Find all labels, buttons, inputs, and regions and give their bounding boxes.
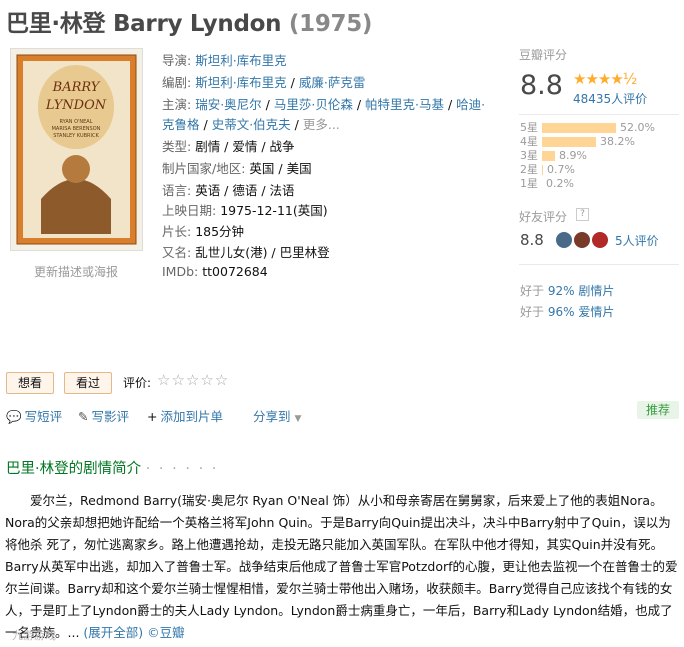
poster-credit1: RYAN O'NEAL xyxy=(60,119,93,125)
friend-avatar[interactable] xyxy=(556,232,572,248)
info-aka: 又名: 乱世儿女(港) / 巴里林登 xyxy=(162,245,330,260)
rating-bar-4: 4星 38.2% xyxy=(520,135,635,148)
bar-fill xyxy=(542,151,555,161)
cast-link-1[interactable]: 瑞安·奥尼尔 xyxy=(195,97,261,112)
summary-text: 爱尔兰，Redmond Barry(瑞安·奥尼尔 Ryan O'Neal 饰）从… xyxy=(5,493,678,640)
info-writer: 编剧: 斯坦利·库布里克 / 威廉·萨克雷 xyxy=(162,75,366,90)
cast-link-3[interactable]: 帕特里克·马基 xyxy=(365,97,444,112)
cast-link-4[interactable]: 哈迪· xyxy=(456,97,485,112)
copyright: ©豆瓣 xyxy=(143,625,185,640)
douban-rating-label: 豆瓣评分 xyxy=(519,48,568,62)
poster-image: BARRY LYNDON RYAN O'NEAL MARISA BERENSON… xyxy=(11,49,142,250)
expand-all-link[interactable]: (展开全部) xyxy=(83,625,143,640)
poster-title-line1: BARRY xyxy=(52,80,101,95)
write-short-review-button[interactable]: 💬 写短评 xyxy=(6,406,62,425)
cast-link-6[interactable]: 史蒂文·伯克夫 xyxy=(212,117,291,132)
bar-fill xyxy=(542,137,596,147)
title-year: (1975) xyxy=(288,11,373,37)
info-cast: 主演: 瑞安·奥尼尔 / 马里莎·贝伦森 / 帕特里克·马基 / 哈迪· xyxy=(162,97,486,112)
cast-link-5[interactable]: 克鲁格 xyxy=(162,117,200,132)
recommend-button[interactable]: 推荐 xyxy=(637,401,679,419)
rate-stars-input[interactable]: ☆☆☆☆☆ xyxy=(157,371,229,389)
page-title: 巴里·林登 Barry Lyndon (1975) xyxy=(6,4,372,38)
friend-rating-label: 好友评分 xyxy=(519,210,568,224)
info-director: 导演: 斯坦利·库布里克 xyxy=(162,53,287,68)
poster-credit3: STANLEY KUBRICK xyxy=(53,133,99,139)
share-button[interactable]: 分享到 ▼ xyxy=(253,406,301,425)
rate-label: 评价: xyxy=(123,376,152,390)
writer-link-2[interactable]: 威廉·萨克雷 xyxy=(299,75,365,90)
rating-bar-1: 1星 0.2% xyxy=(520,177,574,190)
comment-icon: 💬 xyxy=(6,409,22,424)
rating-count-link[interactable]: 48435人评价 xyxy=(573,90,647,107)
rating-stars: ★★★★½ xyxy=(573,70,637,88)
info-language: 语言: 英语 / 德语 / 法语 xyxy=(162,183,295,198)
better-than-drama: 好于 92% 剧情片 xyxy=(520,284,615,298)
info-country: 制片国家/地区: 英国 / 美国 xyxy=(162,161,312,176)
pencil-icon: ✎ xyxy=(78,409,89,424)
help-icon[interactable]: ? xyxy=(576,208,589,221)
divider xyxy=(519,264,679,265)
bar-fill xyxy=(542,165,543,175)
bar-fill xyxy=(542,123,616,133)
cast-link-2[interactable]: 马里莎·贝伦森 xyxy=(274,97,353,112)
want-to-watch-button[interactable]: 想看 xyxy=(6,372,54,394)
friend-avatar[interactable] xyxy=(574,232,590,248)
info-imdb: IMDb: tt0072684 xyxy=(162,264,268,279)
writer-link-1[interactable]: 斯坦利·库布里克 xyxy=(195,75,286,90)
info-runtime: 片长: 185分钟 xyxy=(162,224,245,239)
rating-bar-2: 2星 0.7% xyxy=(520,163,575,176)
rating-score: 8.8 xyxy=(520,70,563,101)
update-description-link[interactable]: 更新描述或海报 xyxy=(34,263,118,280)
rating-bar-5: 5星 52.0% xyxy=(520,121,655,134)
watched-button[interactable]: 看过 xyxy=(64,372,112,394)
plot-summary: 爱尔兰，Redmond Barry(瑞安·奥尼尔 Ryan O'Neal 饰）从… xyxy=(5,493,678,640)
better-than-romance: 好于 96% 爱情片 xyxy=(520,305,615,319)
cast-more-link[interactable]: 更多... xyxy=(303,117,340,132)
write-review-button[interactable]: ✎ 写影评 xyxy=(78,406,129,425)
poster-title-line2: LYNDON xyxy=(45,98,107,113)
info-release-date: 上映日期: 1975-12-11(英国) xyxy=(162,203,328,218)
poster-credit2: MARISA BERENSON xyxy=(52,126,101,132)
movie-poster[interactable]: BARRY LYNDON RYAN O'NEAL MARISA BERENSON… xyxy=(10,48,143,251)
friend-score: 8.8 xyxy=(520,231,544,249)
chevron-down-icon: ▼ xyxy=(294,414,302,424)
director-link[interactable]: 斯坦利·库布里克 xyxy=(195,53,286,68)
summary-heading: 巴里·林登的剧情简介 · · · · · · xyxy=(6,461,219,477)
info-genre: 类型: 剧情 / 爱情 / 战争 xyxy=(162,139,295,154)
divider xyxy=(519,114,679,115)
rating-bar-3: 3星 8.9% xyxy=(520,149,587,162)
friend-count-link[interactable]: 5人评价 xyxy=(615,232,659,249)
add-to-list-button[interactable]: + 添加到片单 xyxy=(147,406,223,425)
watermark: 九游游戏 xyxy=(12,629,56,642)
plus-icon: + xyxy=(147,409,158,424)
title-main: 巴里·林登 Barry Lyndon xyxy=(6,11,282,37)
friend-avatar[interactable] xyxy=(592,232,608,248)
info-cast-cont: 克鲁格 / 史蒂文·伯克夫 / 更多... xyxy=(162,117,340,132)
